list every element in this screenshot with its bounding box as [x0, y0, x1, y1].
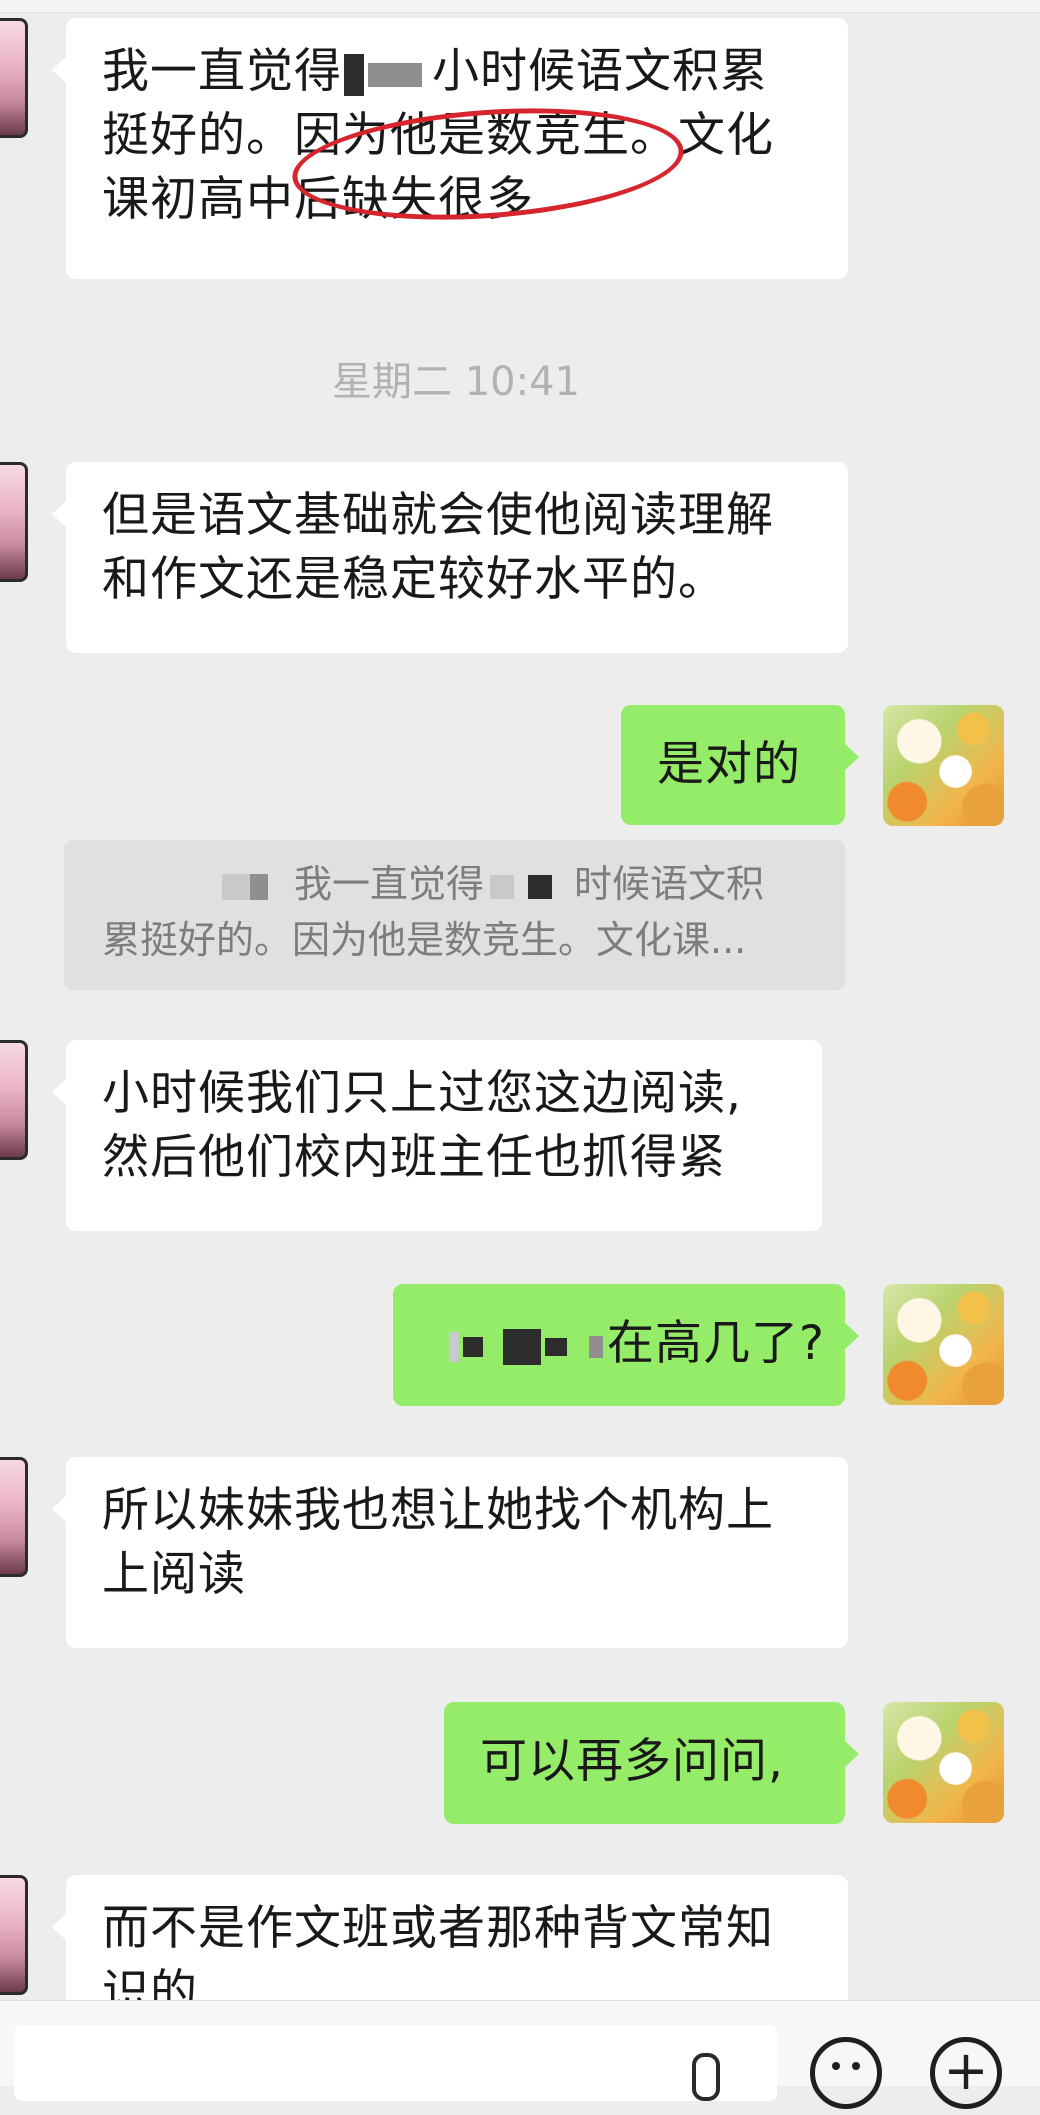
- contact-avatar[interactable]: [0, 1040, 28, 1160]
- contact-avatar[interactable]: [0, 18, 28, 138]
- message-line: 在高几了?: [429, 1312, 824, 1376]
- smiley-icon[interactable]: [810, 2037, 882, 2109]
- message-text: 在高几了?: [607, 1316, 825, 1371]
- plus-icon[interactable]: +: [930, 2037, 1002, 2109]
- message-line: 挺好的。因为他是数竞生。文化: [102, 104, 812, 168]
- message-bubble-received[interactable]: 但是语文基础就会使他阅读理解 和作文还是稳定较好水平的。: [52, 462, 848, 653]
- message-input[interactable]: [14, 2025, 777, 2101]
- message-bubble-sent[interactable]: 在高几了?: [393, 1284, 859, 1406]
- quoted-message[interactable]: 我一直觉得 时候语文积 累挺好的。因为他是数竞生。文化课...: [64, 840, 845, 990]
- message-line: 和作文还是稳定较好水平的。: [102, 552, 726, 607]
- message-bubble-received[interactable]: 小时候我们只上过您这边阅读, 然后他们校内班主任也抓得紧: [52, 1040, 822, 1231]
- message-bubble-received[interactable]: 所以妹妹我也想让她找个机构上 上阅读: [52, 1457, 848, 1648]
- contact-avatar[interactable]: [0, 462, 28, 582]
- contact-avatar[interactable]: [0, 1457, 28, 1577]
- redaction-mosaic: [250, 873, 268, 900]
- redaction-mosaic: [528, 874, 553, 899]
- smiley-icon-glyph: [832, 2062, 860, 2070]
- message-text: 因为他是数竞生: [294, 108, 630, 163]
- my-avatar[interactable]: [883, 705, 1004, 826]
- quote-text: 时候语文积: [574, 862, 765, 906]
- message-line: 课初高中后缺失很多: [102, 172, 534, 227]
- message-text: 可以再多问问,: [480, 1734, 784, 1789]
- redaction-mosaic: [463, 1336, 483, 1357]
- quote-line: 累挺好的。因为他是数竞生。文化课...: [102, 918, 747, 962]
- message-text: 小时候语文积累: [432, 44, 768, 99]
- redaction-mosaic: [344, 53, 364, 96]
- my-avatar[interactable]: [883, 1702, 1004, 1823]
- redaction-mosaic: [490, 874, 515, 899]
- message-line: 而不是作文班或者那种背文常知: [102, 1901, 774, 1956]
- message-line: 我一直觉得 小时候语文积累: [102, 40, 812, 104]
- message-text: 挺好的。: [102, 108, 294, 163]
- redaction-mosaic: [368, 62, 422, 87]
- redaction-mosaic: [503, 1328, 541, 1365]
- redaction-mosaic: [545, 1337, 567, 1356]
- microphone-icon[interactable]: [692, 2053, 720, 2101]
- message-line: 小时候我们只上过您这边阅读,: [102, 1066, 742, 1121]
- plus-icon-glyph: +: [943, 2039, 989, 2102]
- quote-line: 我一直觉得 时候语文积: [102, 856, 807, 912]
- chat-input-bar: +: [0, 2000, 1040, 2109]
- top-status-strip: [0, 0, 1040, 13]
- my-avatar[interactable]: [883, 1284, 1004, 1405]
- message-text: 是对的: [657, 737, 801, 792]
- message-text: 。文化: [630, 108, 774, 163]
- redaction-mosaic: [222, 873, 250, 900]
- message-bubble-sent[interactable]: 可以再多问问,: [444, 1702, 859, 1824]
- message-text: 我一直觉得: [102, 44, 342, 99]
- message-bubble-sent[interactable]: 是对的: [621, 705, 859, 825]
- redaction-mosaic: [589, 1335, 603, 1358]
- contact-avatar[interactable]: [0, 1875, 28, 1995]
- message-bubble-received[interactable]: 我一直觉得 小时候语文积累 挺好的。因为他是数竞生。文化 课初高中后缺失很多: [52, 18, 848, 279]
- timestamp: 星期二 10:41: [332, 359, 580, 405]
- message-line: 但是语文基础就会使他阅读理解: [102, 488, 774, 543]
- message-line: 然后他们校内班主任也抓得紧: [102, 1130, 726, 1185]
- quote-text: 我一直觉得: [294, 862, 485, 906]
- redaction-mosaic: [449, 1331, 459, 1362]
- message-line: 所以妹妹我也想让她找个机构上: [102, 1483, 774, 1538]
- message-line: 上阅读: [102, 1547, 246, 1602]
